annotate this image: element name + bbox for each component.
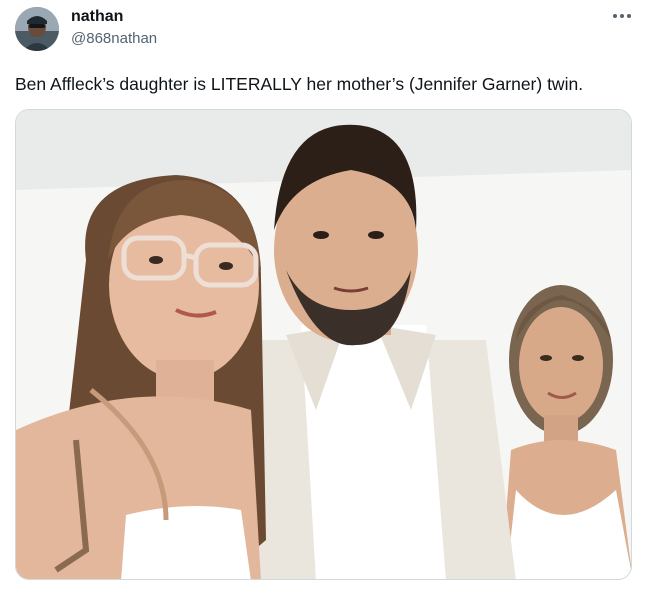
more-horizontal-icon — [613, 14, 631, 18]
tweet-text: Ben Affleck’s daughter is LITERALLY her … — [15, 74, 584, 94]
photo-illustration — [16, 110, 631, 579]
avatar-photo — [15, 7, 59, 51]
tweet-photo[interactable] — [15, 109, 632, 580]
author-display-name[interactable]: nathan — [71, 8, 123, 26]
avatar[interactable] — [15, 7, 59, 51]
tweet: nathan @868nathan Ben Affleck’s daughter… — [0, 0, 648, 591]
more-options-button[interactable] — [610, 6, 634, 26]
author-handle[interactable]: @868nathan — [71, 30, 157, 47]
